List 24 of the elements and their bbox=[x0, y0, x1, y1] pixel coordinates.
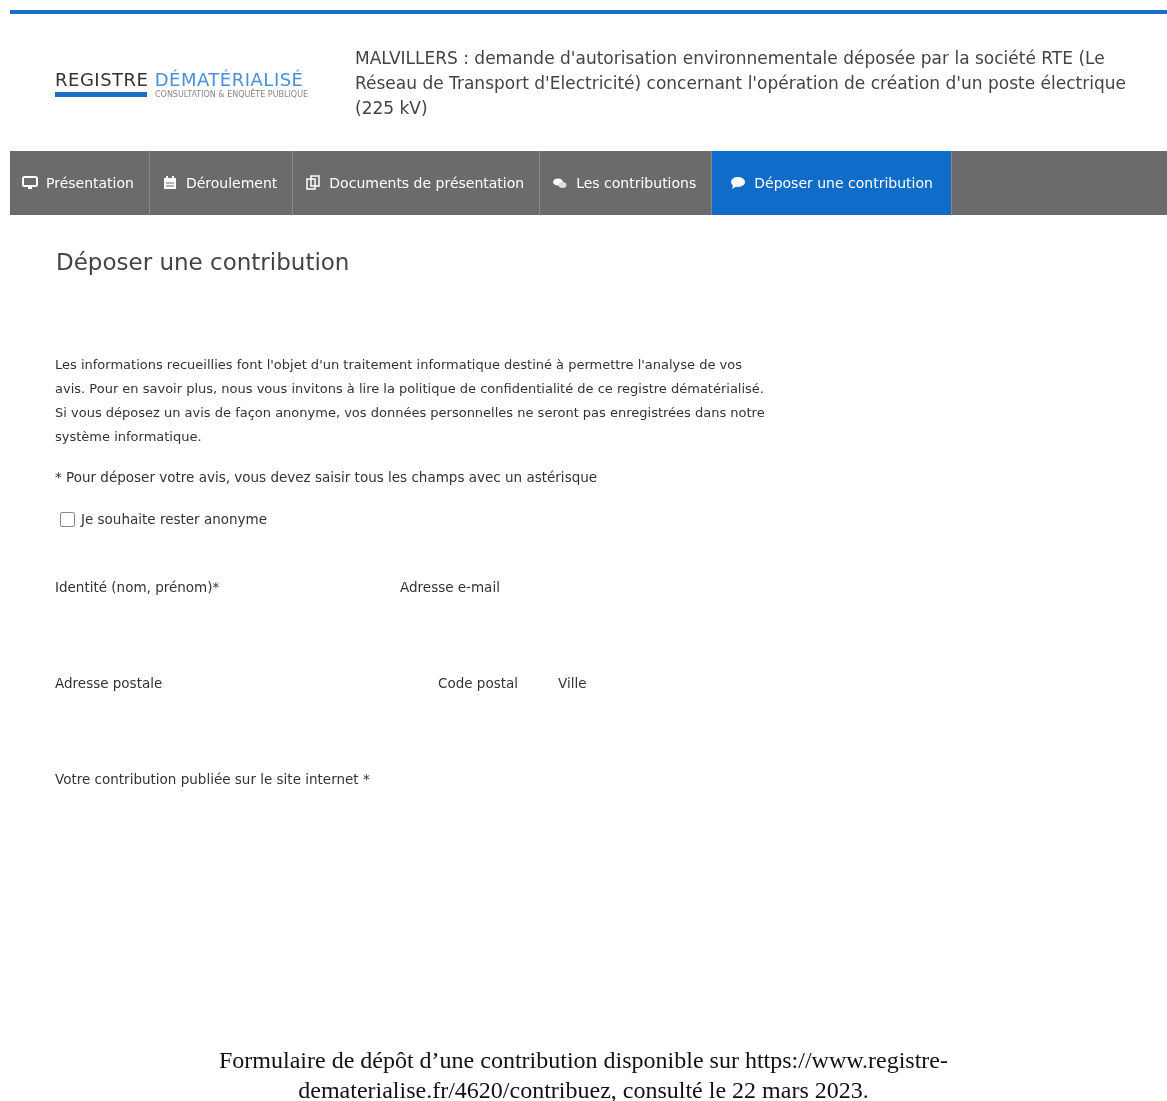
calendar-icon bbox=[161, 175, 178, 191]
privacy-notice: Les informations recueillies font l'objet d'un traitement informatique destiné à permettre l'analyse de vos avis. Pour en savoir plus, nous vous invitons à lire la politique de confidentialité de ce registre dématérialisé. Si vous déposez un avis de façon anonyme, vos données personnelles ne seront pas enregistrées dans notre système informatique. bbox=[55, 356, 766, 446]
nav-tab[interactable]: Déposer une contribution bbox=[712, 151, 952, 215]
section-heading: Déposer une contribution bbox=[56, 249, 351, 275]
field-label: Votre contribution publiée sur le site internet * bbox=[55, 771, 371, 787]
logo-tagline: CONSULTATION & ENQUÊTE PUBLIQUE bbox=[155, 89, 309, 99]
monitor-icon bbox=[22, 175, 38, 191]
logo-text: REGISTRE bbox=[55, 68, 149, 90]
nav-tab[interactable]: Documents de présentation bbox=[293, 151, 541, 215]
bubble-icon bbox=[730, 175, 747, 191]
required-note: * Pour déposer votre avis, vous devez saisir tous les champs avec un astérisque bbox=[55, 469, 599, 485]
nav-tab[interactable]: Présentation bbox=[10, 151, 150, 215]
caption: Formulaire de dépôt d’une contribution disponible sur https://www.registre-dematerialise.fr/4620/contribuez, consulté le 22 mars 2023. bbox=[218, 1046, 949, 1101]
nav-tab[interactable]: Déroulement bbox=[149, 151, 294, 215]
documents-icon bbox=[305, 175, 322, 191]
field-label: Code postal bbox=[438, 675, 520, 691]
field-label: Ville bbox=[558, 675, 587, 691]
field-label: Adresse e-mail bbox=[400, 579, 500, 595]
page-title: MALVILLERS : demande d'autorisation environnementale déposée par la société RTE (Le Réseau de Transport d'Electricité) concernant l'opération de création d'un poste électrique (225 kV) bbox=[355, 47, 1127, 120]
checkbox[interactable] bbox=[60, 511, 75, 527]
checkbox-label[interactable]: Je souhaite rester anonyme bbox=[81, 511, 268, 527]
field-label: Adresse postale bbox=[55, 675, 164, 691]
logo-text: DÉMATÉRIALISÉ bbox=[154, 68, 304, 90]
field-label: Identité (nom, prénom)* bbox=[55, 579, 221, 595]
